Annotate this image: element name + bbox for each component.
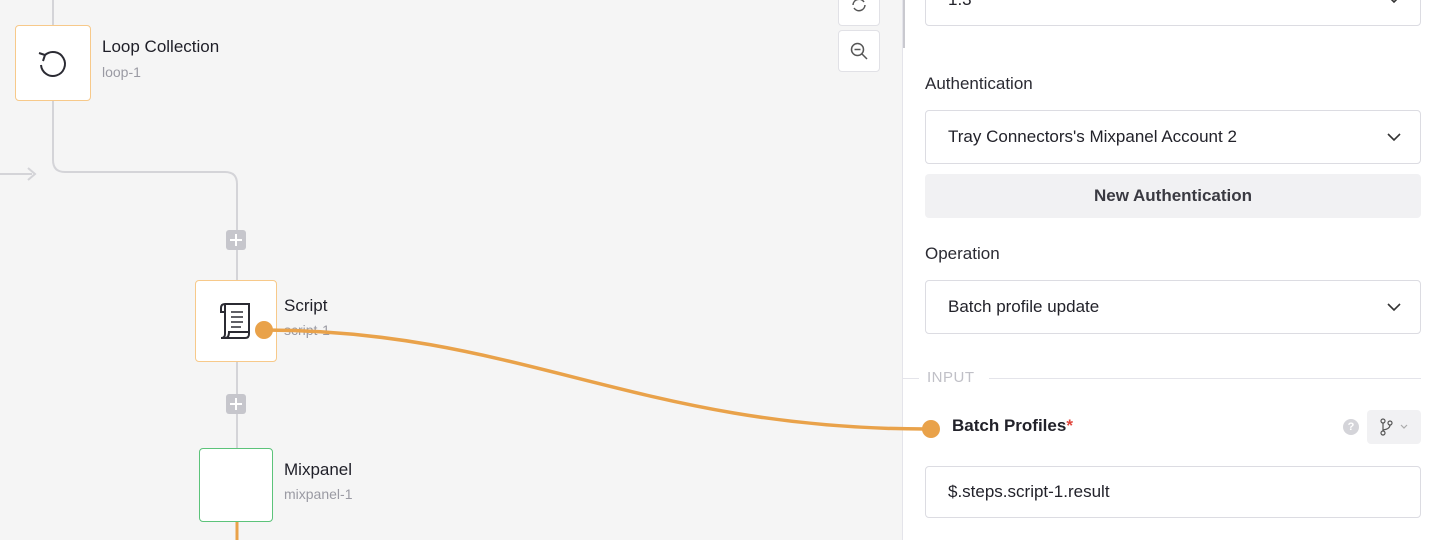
loop-icon xyxy=(38,50,66,77)
add-step-button[interactable] xyxy=(226,394,246,414)
loop-collection-node[interactable] xyxy=(15,25,91,101)
node-title-loop: Loop Collection xyxy=(102,37,220,56)
node-subtitle-loop: loop-1 xyxy=(102,64,141,80)
authentication-label: Authentication xyxy=(925,74,1033,93)
batch-profiles-value: $.steps.script-1.result xyxy=(948,482,1110,501)
chevron-down-icon xyxy=(1387,133,1401,142)
refresh-button[interactable] xyxy=(838,0,880,26)
operation-value: Batch profile update xyxy=(948,297,1100,316)
chevron-down-icon xyxy=(1390,0,1398,4)
branch-icon xyxy=(1380,418,1393,436)
zoom-out-icon xyxy=(850,42,868,60)
node-title-mixpanel: Mixpanel xyxy=(284,460,353,479)
add-step-button[interactable] xyxy=(226,230,246,250)
refresh-icon xyxy=(852,0,866,12)
zoom-out-button[interactable] xyxy=(838,30,880,72)
script-scroll-icon xyxy=(220,303,250,339)
field-type-switch[interactable] xyxy=(1367,410,1421,444)
workflow-canvas[interactable]: Loop Collection loop-1 Script script-1 M… xyxy=(0,0,902,540)
input-section-label: INPUT xyxy=(927,369,975,386)
operation-select[interactable]: Batch profile update xyxy=(925,280,1421,334)
chevron-down-icon xyxy=(1400,424,1408,429)
authentication-value: Tray Connectors's Mixpanel Account 2 xyxy=(948,127,1237,146)
batch-profiles-input[interactable]: $.steps.script-1.result xyxy=(925,466,1421,518)
chevron-down-icon xyxy=(1387,303,1401,312)
node-subtitle-script: script-1 xyxy=(284,322,330,338)
version-select[interactable]: 1.3 xyxy=(925,0,1421,26)
node-title-script: Script xyxy=(284,296,328,315)
operation-label: Operation xyxy=(925,244,1000,263)
version-value: 1.3 xyxy=(948,0,972,10)
connector-lines xyxy=(0,0,239,540)
panel-edge xyxy=(903,0,905,48)
mixpanel-node[interactable] xyxy=(199,448,273,522)
input-section-divider: INPUT xyxy=(903,366,1421,390)
batch-profiles-label: Batch Profiles* xyxy=(952,416,1073,435)
new-authentication-button[interactable]: New Authentication xyxy=(925,174,1421,218)
node-subtitle-mixpanel: mixpanel-1 xyxy=(284,486,353,502)
properties-panel: 1.3 Authentication Tray Connectors's Mix… xyxy=(902,0,1430,540)
help-icon[interactable]: ? xyxy=(1343,419,1359,435)
script-node[interactable] xyxy=(195,280,277,362)
authentication-select[interactable]: Tray Connectors's Mixpanel Account 2 xyxy=(925,110,1421,164)
required-mark: * xyxy=(1066,416,1073,435)
